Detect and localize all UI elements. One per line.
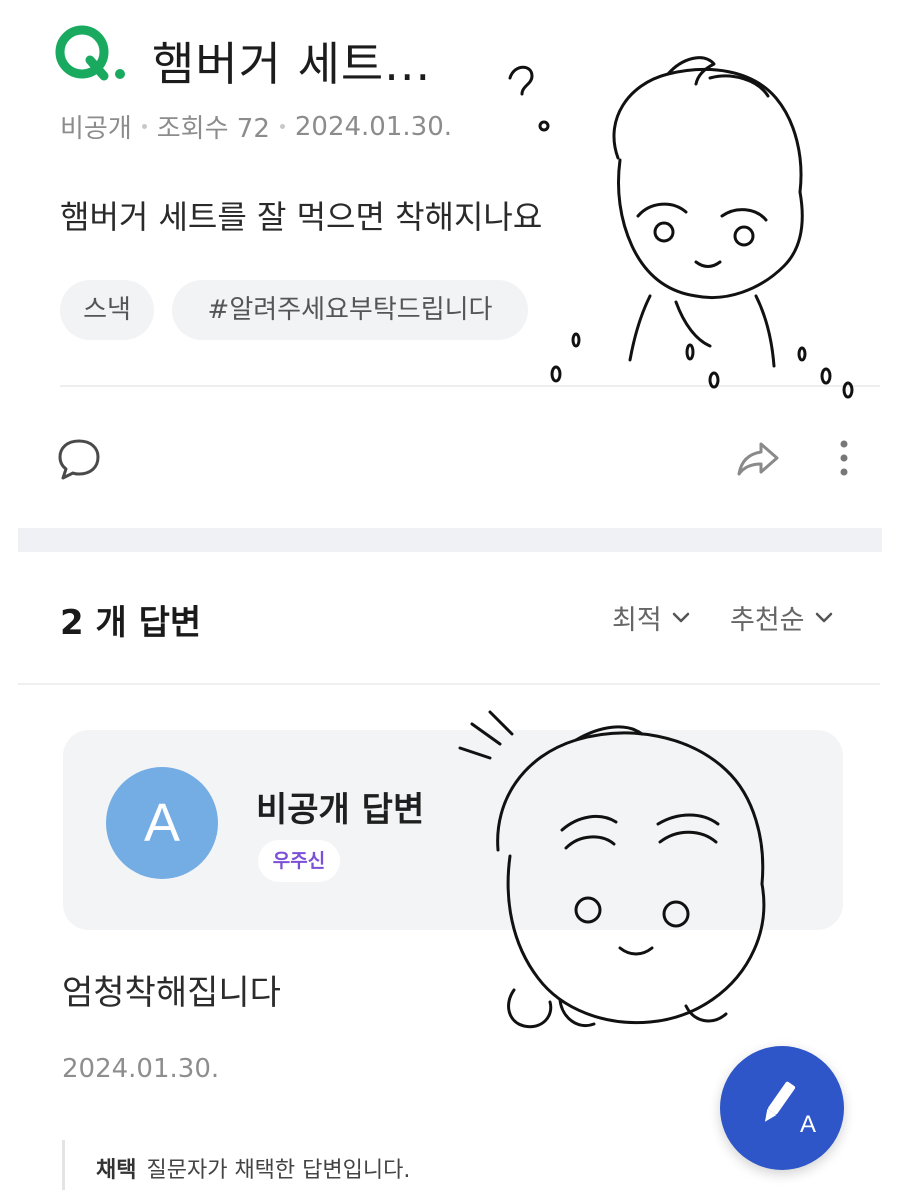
chosen-text: 질문자가 채택한 답변입니다. [146, 1158, 411, 1183]
section-separator [18, 528, 882, 552]
more-vertical-icon[interactable] [834, 438, 854, 478]
write-answer-icon: A [764, 1081, 816, 1138]
sort-recommend-dropdown[interactable]: 추천순 [730, 598, 833, 637]
sort-best-dropdown[interactable]: 최적 [612, 598, 690, 637]
share-icon[interactable] [735, 440, 781, 478]
comment-icon[interactable] [56, 436, 102, 482]
visibility-label: 비공개 [60, 114, 132, 144]
sort-best-label: 최적 [612, 605, 662, 636]
chevron-down-icon [815, 612, 832, 622]
chosen-notice: 채택 질문자가 채택한 답변입니다. [96, 1152, 410, 1184]
chosen-indicator-bar [62, 1140, 65, 1190]
tag-hashtag[interactable]: #알려주세요부탁드립니다 [172, 280, 528, 340]
question-body: 햄버거 세트를 잘 먹으면 착해지나요 [60, 198, 543, 236]
tag-snack[interactable]: 스낵 [60, 280, 154, 340]
answer-count: 2 개 답변 [60, 603, 202, 643]
meta-separator [279, 124, 285, 129]
question-date: 2024.01.30. [294, 111, 453, 142]
fab-letter: A [800, 1111, 816, 1138]
question-title: 햄버거 세트... [152, 37, 432, 91]
divider [60, 385, 880, 387]
write-answer-button[interactable]: A [720, 1046, 844, 1170]
answer-date: 2024.01.30. [62, 1054, 220, 1084]
answer-author-name: 비공개 답변 [256, 790, 425, 830]
question-mark-logo [55, 25, 125, 81]
sort-recommend-label: 추천순 [730, 605, 805, 636]
meta-separator [141, 124, 147, 129]
rank-badge: 우주신 [258, 840, 340, 882]
chevron-down-icon [672, 612, 689, 622]
answer-body: 엄청착해집니다 [62, 973, 281, 1013]
view-count: 조회수 72 [156, 114, 270, 144]
chosen-label: 채택 [96, 1158, 137, 1183]
question-meta: 비공개 조회수 72 2024.01.30. [60, 108, 452, 145]
doodle-confused-character [508, 56, 854, 399]
divider [18, 683, 880, 685]
avatar[interactable]: A [106, 767, 218, 879]
